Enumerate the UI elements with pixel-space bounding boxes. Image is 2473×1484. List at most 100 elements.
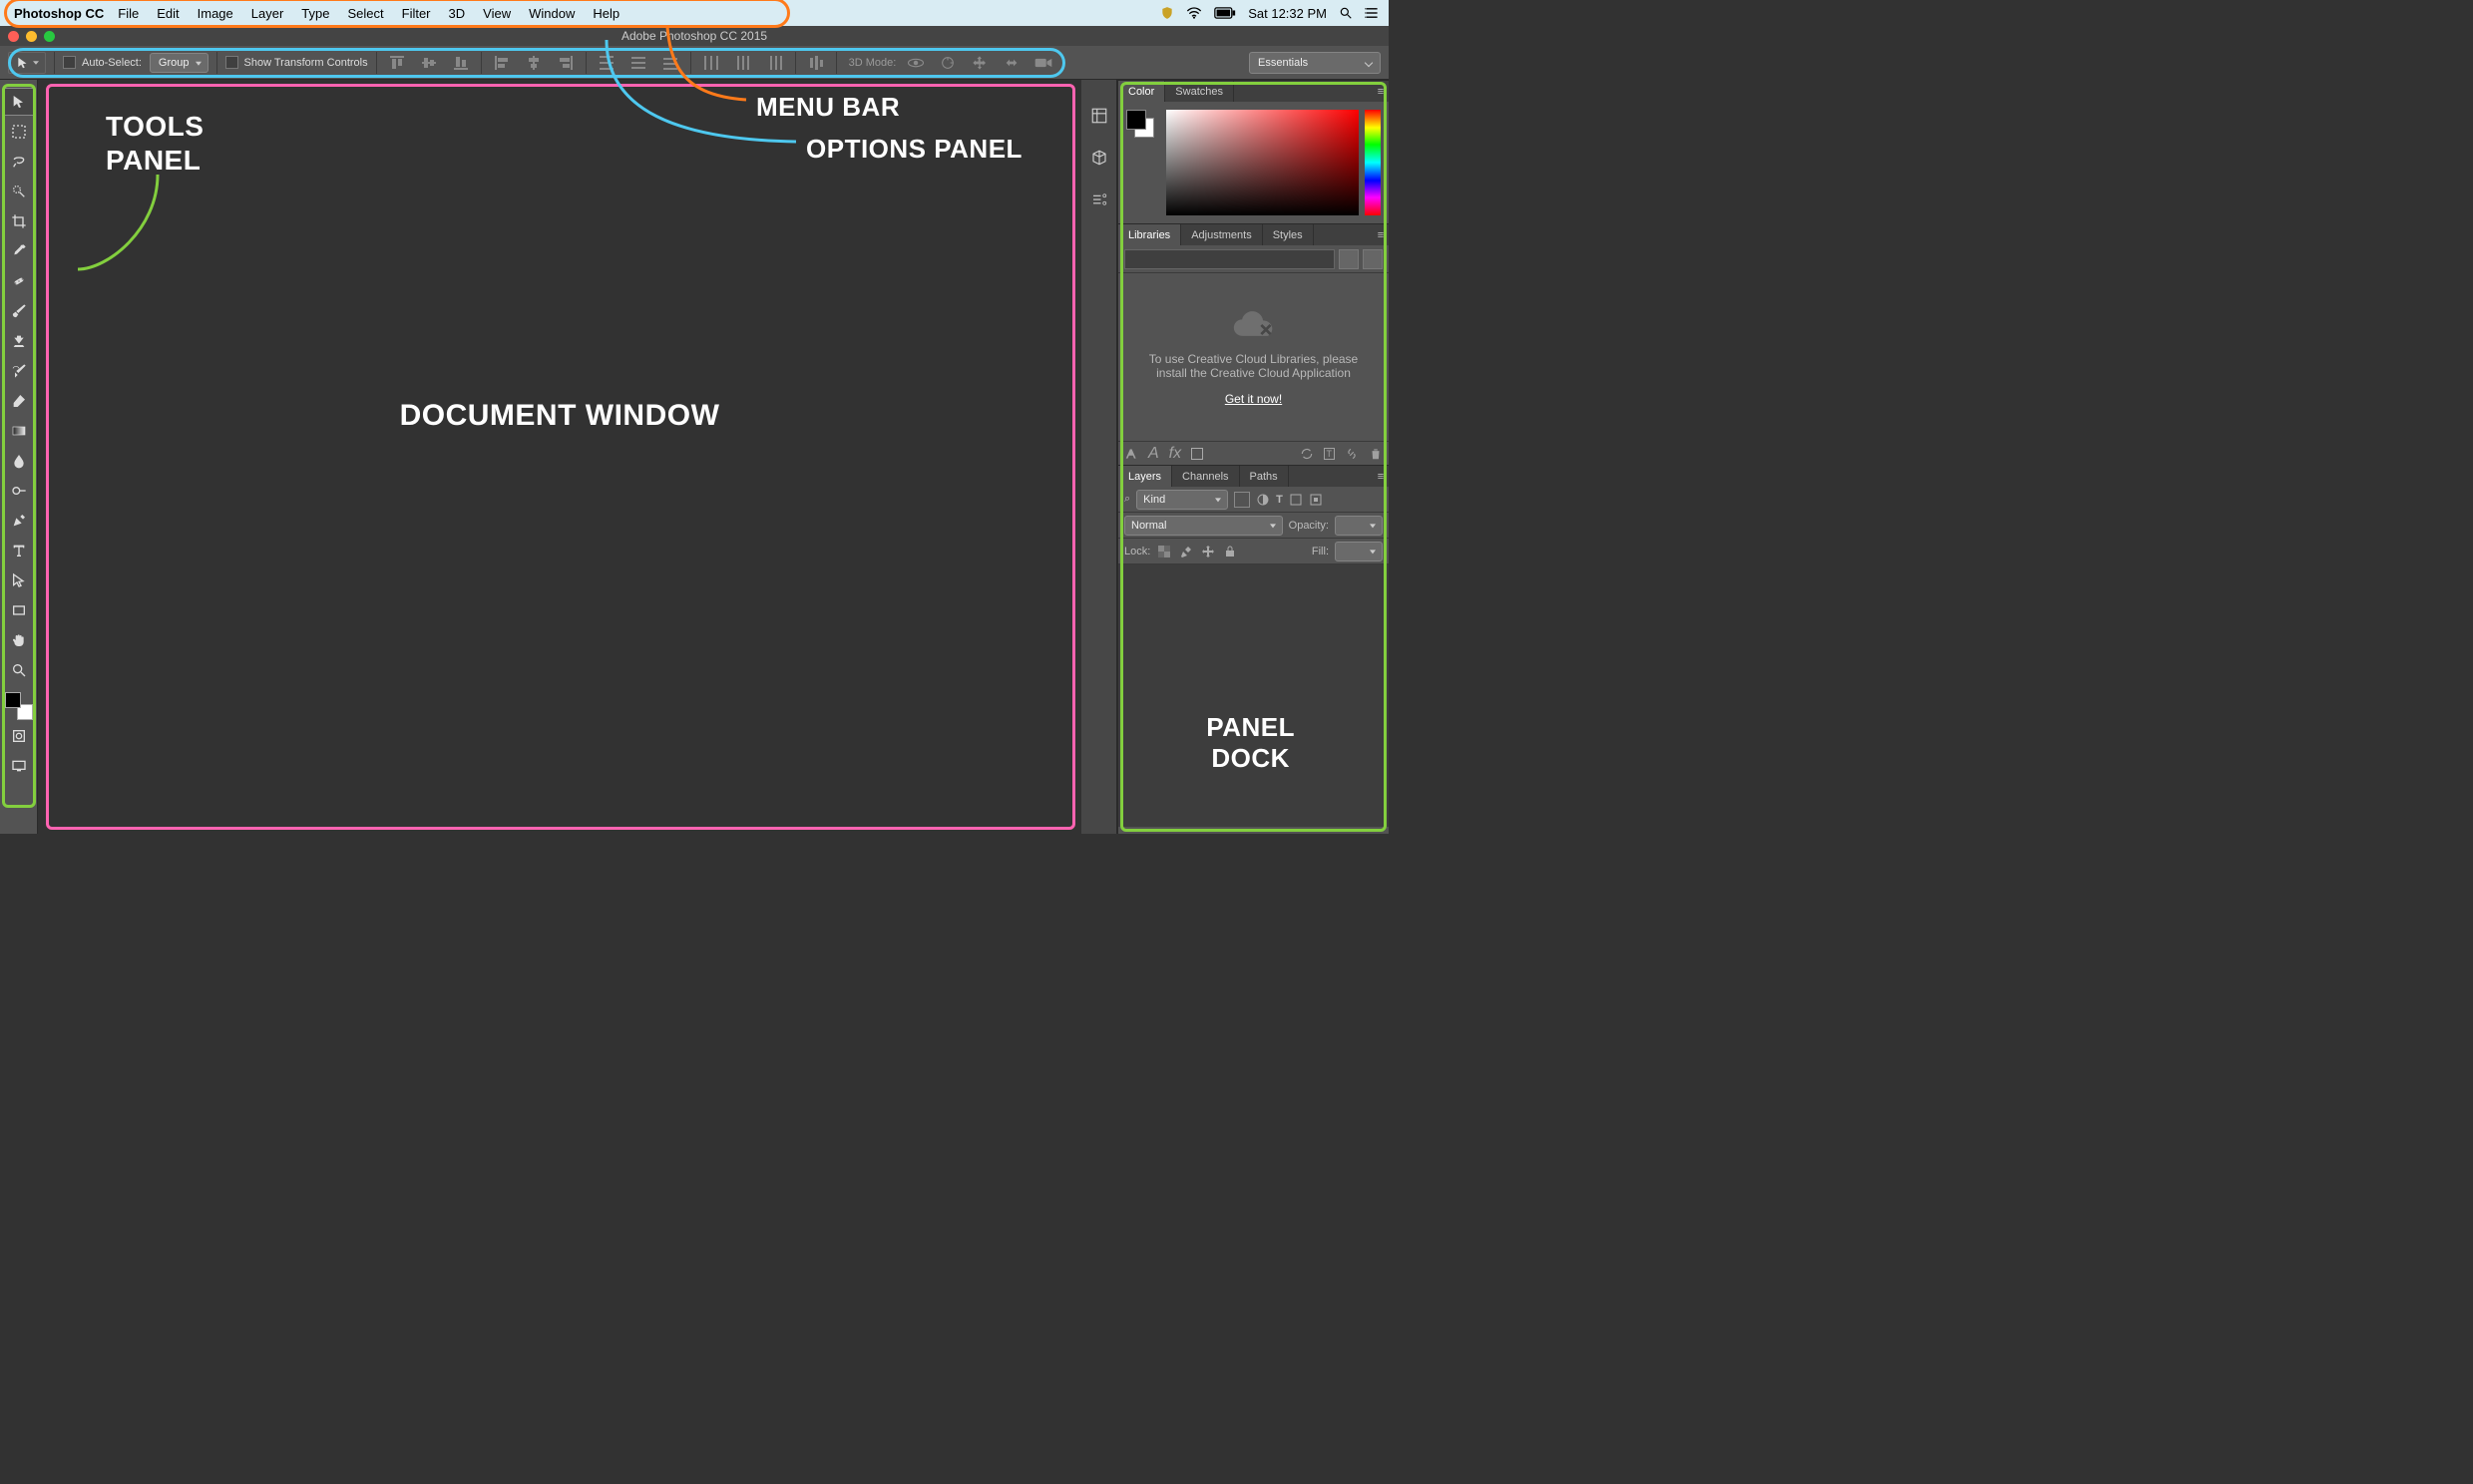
libraries-get-it-link[interactable]: Get it now! [1225, 392, 1282, 406]
quick-select-tool[interactable] [4, 178, 34, 205]
rectangle-tool[interactable] [4, 596, 34, 624]
workspace-switcher[interactable]: Essentials [1249, 52, 1381, 74]
eraser-tool[interactable] [4, 387, 34, 415]
quick-mask-tool[interactable] [4, 722, 34, 750]
color-swatches[interactable] [5, 692, 33, 720]
wifi-icon[interactable] [1186, 7, 1202, 19]
para-style-icon[interactable]: A [1148, 445, 1159, 463]
dist-vcenter-icon[interactable] [626, 52, 650, 74]
menu-edit[interactable]: Edit [157, 6, 179, 21]
align-left-icon[interactable] [490, 52, 514, 74]
layers-fill[interactable] [1335, 542, 1383, 561]
dist-top-icon[interactable] [595, 52, 618, 74]
color-panel-menu-icon[interactable]: ≡ [1373, 81, 1389, 102]
align-top-icon[interactable] [385, 52, 409, 74]
lock-brush-icon[interactable] [1178, 544, 1194, 559]
align-right-icon[interactable] [554, 52, 578, 74]
type-tool[interactable] [4, 537, 34, 564]
auto-select-mode[interactable]: Group [150, 53, 208, 73]
menu-file[interactable]: File [118, 6, 139, 21]
brush-tool[interactable] [4, 297, 34, 325]
layers-filter-kind[interactable]: Kind [1136, 490, 1228, 510]
menu-layer[interactable]: Layer [251, 6, 284, 21]
align-hcenter-icon[interactable] [522, 52, 546, 74]
3d-panel-icon[interactable] [1087, 146, 1111, 170]
align-vcenter-icon[interactable] [417, 52, 441, 74]
menu-help[interactable]: Help [593, 6, 619, 21]
lib-link-icon[interactable] [1345, 447, 1359, 461]
move-tool[interactable] [4, 88, 34, 116]
tab-libraries[interactable]: Libraries [1118, 224, 1181, 245]
filter-smart-icon[interactable] [1309, 493, 1323, 507]
menu-type[interactable]: Type [301, 6, 329, 21]
color-field[interactable] [1166, 110, 1359, 215]
swatch-add-icon[interactable] [1191, 448, 1203, 460]
3d-orbit-icon[interactable] [904, 52, 928, 74]
dodge-tool[interactable] [4, 477, 34, 505]
menu-3d[interactable]: 3D [449, 6, 466, 21]
libraries-dropdown[interactable] [1124, 249, 1335, 269]
show-transform-checkbox[interactable]: Show Transform Controls [225, 56, 368, 69]
lock-pixels-icon[interactable] [1156, 544, 1172, 559]
screen-mode-tool[interactable] [4, 752, 34, 780]
document-window[interactable]: TOOLS PANEL DOCUMENT WINDOW MENU BAR OPT… [38, 80, 1081, 834]
filter-type-icon[interactable]: T [1276, 494, 1283, 506]
zoom-tool[interactable] [4, 656, 34, 684]
menu-list-icon[interactable] [1365, 7, 1379, 19]
tab-color[interactable]: Color [1118, 81, 1165, 102]
lasso-tool[interactable] [4, 148, 34, 176]
battery-icon[interactable] [1214, 7, 1236, 19]
dist-hcenter-icon[interactable] [731, 52, 755, 74]
clone-stamp-tool[interactable] [4, 327, 34, 355]
eyedropper-tool[interactable] [4, 237, 34, 265]
path-select-tool[interactable] [4, 566, 34, 594]
libraries-panel-menu-icon[interactable]: ≡ [1373, 224, 1389, 245]
dist-bottom-icon[interactable] [658, 52, 682, 74]
lib-text-icon[interactable]: T [1324, 448, 1336, 460]
tab-layers[interactable]: Layers [1118, 466, 1172, 487]
menu-window[interactable]: Window [529, 6, 575, 21]
filter-pixel-icon[interactable] [1234, 492, 1250, 508]
auto-select-checkbox[interactable]: Auto-Select: [63, 56, 142, 69]
history-brush-tool[interactable] [4, 357, 34, 385]
lib-trash-icon[interactable] [1369, 447, 1383, 461]
menu-view[interactable]: View [483, 6, 511, 21]
hand-tool[interactable] [4, 626, 34, 654]
spotlight-icon[interactable] [1339, 6, 1353, 20]
lib-sync-icon[interactable] [1300, 447, 1314, 461]
tab-swatches[interactable]: Swatches [1165, 81, 1234, 102]
tab-styles[interactable]: Styles [1263, 224, 1314, 245]
marquee-tool[interactable] [4, 118, 34, 146]
clock[interactable]: Sat 12:32 PM [1248, 6, 1327, 21]
libraries-list-view[interactable] [1363, 249, 1383, 269]
pen-tool[interactable] [4, 507, 34, 535]
char-style-icon[interactable] [1124, 447, 1138, 461]
color-fg-bg[interactable] [1126, 110, 1160, 215]
layers-blend-mode[interactable]: Normal [1124, 516, 1283, 536]
gradient-tool[interactable] [4, 417, 34, 445]
layers-panel-menu-icon[interactable]: ≡ [1373, 466, 1389, 487]
tab-channels[interactable]: Channels [1172, 466, 1239, 487]
current-tool-indicator[interactable] [8, 52, 46, 74]
app-name[interactable]: Photoshop CC [14, 6, 104, 21]
auto-align-icon[interactable] [804, 52, 828, 74]
hue-slider[interactable] [1365, 110, 1381, 215]
menu-select[interactable]: Select [347, 6, 383, 21]
menu-filter[interactable]: Filter [402, 6, 431, 21]
menu-image[interactable]: Image [198, 6, 233, 21]
layers-list[interactable]: PANEL DOCK [1118, 564, 1389, 827]
lock-all-icon[interactable] [1222, 544, 1238, 559]
shield-icon[interactable] [1160, 6, 1174, 20]
align-bottom-icon[interactable] [449, 52, 473, 74]
3d-camera-icon[interactable] [1031, 52, 1055, 74]
3d-roll-icon[interactable] [936, 52, 960, 74]
dist-left-icon[interactable] [699, 52, 723, 74]
filter-adjust-icon[interactable] [1256, 493, 1270, 507]
layers-opacity[interactable] [1335, 516, 1383, 536]
libraries-grid-view[interactable] [1339, 249, 1359, 269]
fx-icon[interactable]: fx [1169, 445, 1181, 463]
3d-pan-icon[interactable] [968, 52, 992, 74]
history-panel-icon[interactable] [1087, 104, 1111, 128]
filter-shape-icon[interactable] [1289, 493, 1303, 507]
lock-position-icon[interactable] [1200, 544, 1216, 559]
